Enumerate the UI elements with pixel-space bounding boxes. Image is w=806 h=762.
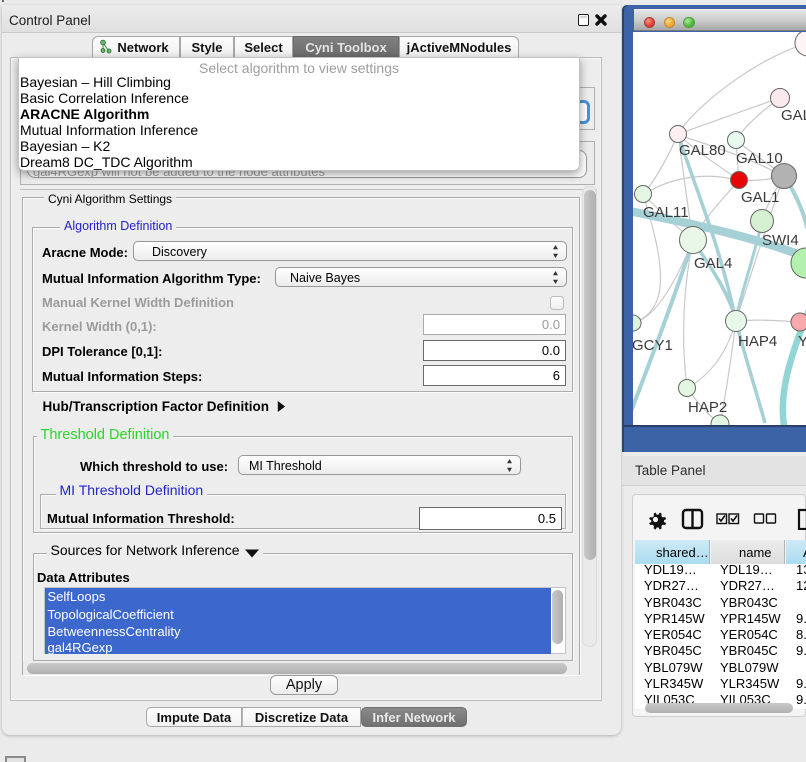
svg-text:GAL11: GAL11 <box>643 204 689 221</box>
svg-text:GCY1: GCY1 <box>633 337 673 354</box>
svg-text:HAP2: HAP2 <box>688 399 727 416</box>
svg-text:GAL1: GAL1 <box>741 189 779 206</box>
svg-text:SWI4: SWI4 <box>762 232 799 249</box>
svg-text:GAL10: GAL10 <box>736 150 783 167</box>
svg-text:GAL4: GAL4 <box>694 255 732 272</box>
svg-text:GAL80: GAL80 <box>679 142 726 159</box>
svg-text:HAP4: HAP4 <box>738 333 777 350</box>
svg-text:Y: Y <box>798 333 806 350</box>
svg-text:GAL: GAL <box>781 107 806 124</box>
